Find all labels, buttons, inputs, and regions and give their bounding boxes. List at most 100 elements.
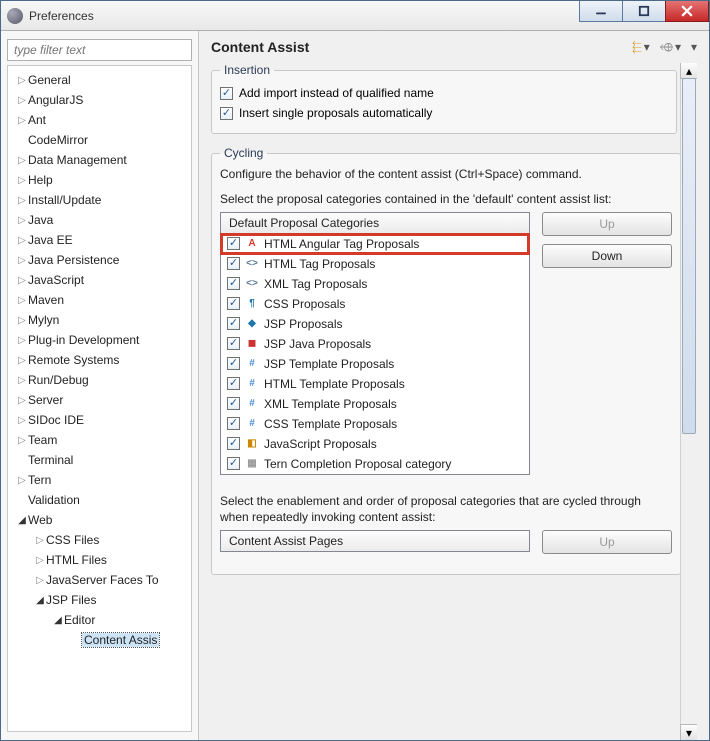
scrollbar[interactable]: ▴ ▾ xyxy=(680,63,697,740)
list-item-checkbox[interactable] xyxy=(227,377,240,390)
tree-item[interactable]: ▷JavaServer Faces To xyxy=(8,570,191,590)
twisty-closed-icon[interactable]: ▷ xyxy=(34,575,46,586)
up-button[interactable]: Up xyxy=(542,212,672,236)
twisty-closed-icon[interactable]: ▷ xyxy=(16,475,28,486)
list-item[interactable]: ◧JavaScript Proposals xyxy=(221,434,529,454)
list-item[interactable]: <>HTML Tag Proposals xyxy=(221,254,529,274)
tree-item[interactable]: ▷AngularJS xyxy=(8,90,191,110)
twisty-closed-icon[interactable]: ▷ xyxy=(34,535,46,546)
tree-item[interactable]: ▷SIDoc IDE xyxy=(8,410,191,430)
tree-item[interactable]: ▷General xyxy=(8,70,191,90)
list-item-checkbox[interactable] xyxy=(227,337,240,350)
tree-item[interactable]: ▷Java Persistence xyxy=(8,250,191,270)
menu-icon[interactable]: ▾ xyxy=(691,40,697,54)
pages-list[interactable]: Content Assist Pages xyxy=(220,530,530,552)
list-item[interactable]: #HTML Template Proposals xyxy=(221,374,529,394)
tree-item[interactable]: ▷Server xyxy=(8,390,191,410)
tree-item[interactable]: ▷Team xyxy=(8,430,191,450)
twisty-closed-icon[interactable]: ▷ xyxy=(16,295,28,306)
twisty-closed-icon[interactable]: ▷ xyxy=(16,75,28,86)
tree-item[interactable]: ▷Plug-in Development xyxy=(8,330,191,350)
twisty-closed-icon[interactable]: ▷ xyxy=(16,375,28,386)
scroll-down-icon[interactable]: ▾ xyxy=(680,724,697,740)
tree-item[interactable]: CodeMirror xyxy=(8,130,191,150)
tree-item[interactable]: ▷Ant xyxy=(8,110,191,130)
tree-item[interactable]: ▷Data Management xyxy=(8,150,191,170)
checkbox-insert-single[interactable] xyxy=(220,107,233,120)
twisty-closed-icon[interactable]: ▷ xyxy=(16,395,28,406)
tree-item[interactable]: Validation xyxy=(8,490,191,510)
twisty-closed-icon[interactable]: ▷ xyxy=(16,435,28,446)
tree-item[interactable]: ◢Web xyxy=(8,510,191,530)
tree-item[interactable]: ◢Editor xyxy=(8,610,191,630)
tree-item[interactable]: ▷Run/Debug xyxy=(8,370,191,390)
list-item-checkbox[interactable] xyxy=(227,257,240,270)
twisty-closed-icon[interactable]: ▷ xyxy=(34,555,46,566)
back-icon[interactable]: ⬱ xyxy=(632,40,642,55)
tree-item[interactable]: Content Assis xyxy=(8,630,191,650)
tree-item[interactable]: ▷HTML Files xyxy=(8,550,191,570)
twisty-open-icon[interactable]: ◢ xyxy=(16,515,28,526)
list-item[interactable]: AHTML Angular Tag Proposals xyxy=(221,234,529,254)
list-item[interactable]: #CSS Template Proposals xyxy=(221,414,529,434)
twisty-open-icon[interactable]: ◢ xyxy=(34,595,46,606)
tree-item[interactable]: ▷Help xyxy=(8,170,191,190)
tree-item[interactable]: ▷Mylyn xyxy=(8,310,191,330)
list-item[interactable]: ▦Tern Completion Proposal category xyxy=(221,454,529,474)
twisty-closed-icon[interactable]: ▷ xyxy=(16,95,28,106)
twisty-closed-icon[interactable]: ▷ xyxy=(16,335,28,346)
forward-icon[interactable]: ⬲ xyxy=(660,40,673,55)
twisty-closed-icon[interactable]: ▷ xyxy=(16,155,28,166)
twisty-closed-icon[interactable]: ▷ xyxy=(16,255,28,266)
list-item-checkbox[interactable] xyxy=(227,357,240,370)
list-item[interactable]: ◼JSP Java Proposals xyxy=(221,334,529,354)
close-button[interactable] xyxy=(665,1,709,22)
tree-item[interactable]: ▷Java EE xyxy=(8,230,191,250)
tree-item[interactable]: ▷Install/Update xyxy=(8,190,191,210)
scroll-up-icon[interactable]: ▴ xyxy=(680,63,697,79)
twisty-closed-icon[interactable]: ▷ xyxy=(16,235,28,246)
scroll-track[interactable] xyxy=(681,78,697,725)
twisty-closed-icon[interactable]: ▷ xyxy=(16,215,28,226)
maximize-button[interactable] xyxy=(622,1,666,22)
list-item-checkbox[interactable] xyxy=(227,297,240,310)
down-button[interactable]: Down xyxy=(542,244,672,268)
twisty-open-icon[interactable]: ◢ xyxy=(52,615,64,626)
list-item-checkbox[interactable] xyxy=(227,397,240,410)
list-item-checkbox[interactable] xyxy=(227,317,240,330)
list-item-checkbox[interactable] xyxy=(227,457,240,470)
tree-item[interactable]: ▷CSS Files xyxy=(8,530,191,550)
back-menu-icon[interactable]: ▾ xyxy=(644,40,650,54)
scroll-thumb[interactable] xyxy=(682,78,696,434)
filter-input[interactable] xyxy=(7,39,192,61)
list-item[interactable]: #XML Template Proposals xyxy=(221,394,529,414)
twisty-closed-icon[interactable]: ▷ xyxy=(16,195,28,206)
twisty-closed-icon[interactable]: ▷ xyxy=(16,315,28,326)
pages-up-button[interactable]: Up xyxy=(542,530,672,554)
tree-item[interactable]: ▷Java xyxy=(8,210,191,230)
default-categories-list[interactable]: Default Proposal Categories AHTML Angula… xyxy=(220,212,530,475)
list-item-checkbox[interactable] xyxy=(227,437,240,450)
list-item-checkbox[interactable] xyxy=(227,417,240,430)
tree-item[interactable]: ▷Tern xyxy=(8,470,191,490)
list-item[interactable]: <>XML Tag Proposals xyxy=(221,274,529,294)
minimize-button[interactable] xyxy=(579,1,623,22)
list-item[interactable]: #JSP Template Proposals xyxy=(221,354,529,374)
twisty-closed-icon[interactable]: ▷ xyxy=(16,355,28,366)
twisty-closed-icon[interactable]: ▷ xyxy=(16,115,28,126)
list-item-checkbox[interactable] xyxy=(227,237,240,250)
checkbox-add-import[interactable] xyxy=(220,87,233,100)
tree-item[interactable]: ▷Remote Systems xyxy=(8,350,191,370)
twisty-closed-icon[interactable]: ▷ xyxy=(16,415,28,426)
preference-tree[interactable]: ▷General▷AngularJS▷AntCodeMirror▷Data Ma… xyxy=(7,65,192,732)
tree-item[interactable]: ▷JavaScript xyxy=(8,270,191,290)
forward-menu-icon[interactable]: ▾ xyxy=(675,40,681,54)
tree-item[interactable]: ◢JSP Files xyxy=(8,590,191,610)
tree-item[interactable]: Terminal xyxy=(8,450,191,470)
tree-item[interactable]: ▷Maven xyxy=(8,290,191,310)
list-item-checkbox[interactable] xyxy=(227,277,240,290)
list-item[interactable]: ¶CSS Proposals xyxy=(221,294,529,314)
twisty-closed-icon[interactable]: ▷ xyxy=(16,175,28,186)
list-item[interactable]: ◆JSP Proposals xyxy=(221,314,529,334)
twisty-closed-icon[interactable]: ▷ xyxy=(16,275,28,286)
